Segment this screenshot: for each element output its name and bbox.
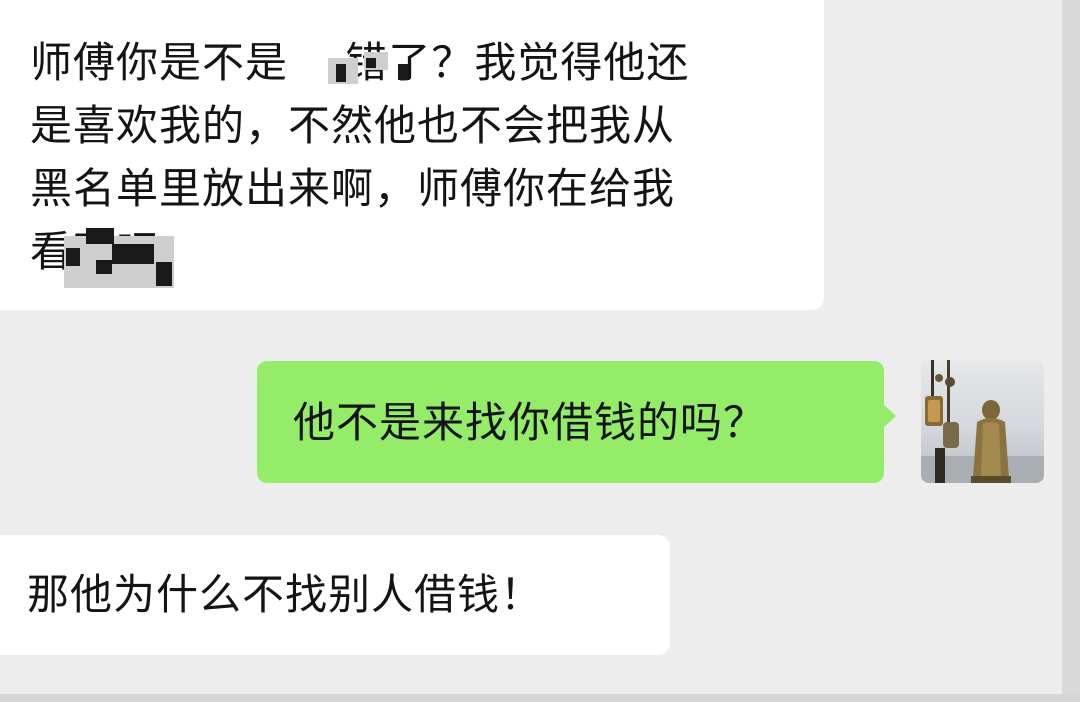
message-line: 师傅你是不是 错了？我觉得他还	[30, 38, 690, 87]
message-line: 那他为什么不找别人借钱！	[27, 570, 544, 619]
scrollbar-track	[1062, 0, 1080, 702]
buddha-statue-avatar-icon[interactable]	[921, 360, 1044, 483]
message-line: 黑名单里放出来啊，师傅你在给我	[30, 164, 676, 213]
buddha-statue-avatar-icon	[921, 360, 1044, 483]
outgoing-message-bubble[interactable]: 他不是来找你借钱的吗？	[257, 361, 884, 483]
incoming-message-bubble[interactable]: 师傅你是不是 错了？我觉得他还 是喜欢我的，不然他也不会把我从 黑名单里放出来啊…	[0, 0, 824, 310]
message-line: 他不是来找你借钱的吗？	[293, 398, 767, 447]
message-line: 是喜欢我的，不然他也不会把我从	[30, 101, 676, 150]
chat-area: 师傅你是不是 错了？我觉得他还 是喜欢我的，不然他也不会把我从 黑名单里放出来啊…	[0, 0, 1062, 702]
incoming-message-bubble[interactable]: 那他为什么不找别人借钱！	[0, 535, 670, 655]
bubble-tail	[883, 404, 896, 428]
bottom-divider	[0, 694, 1080, 702]
